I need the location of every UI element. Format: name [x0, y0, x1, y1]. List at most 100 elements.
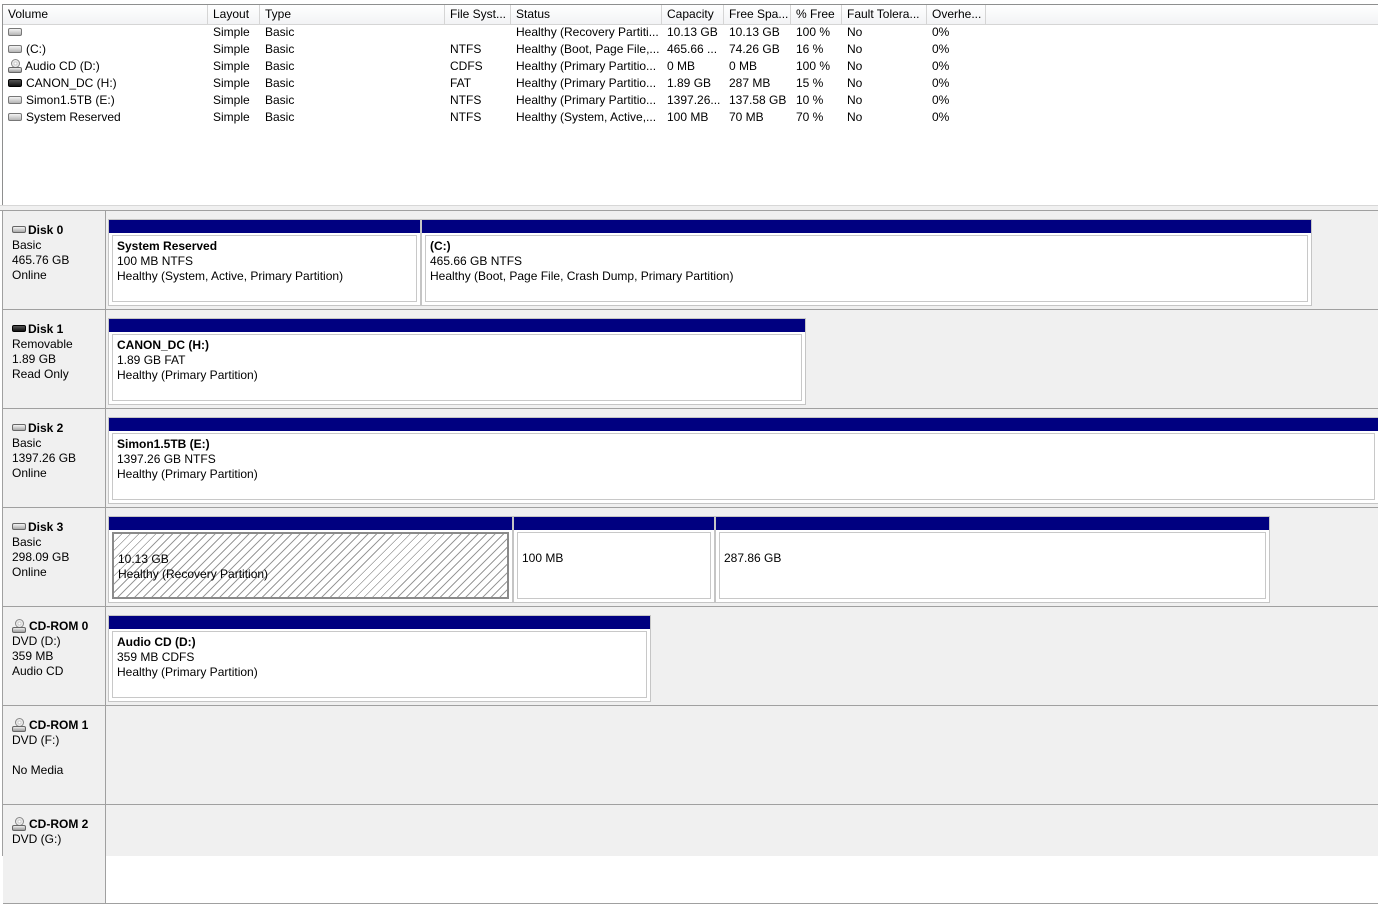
partition-body: Simon1.5TB (E:) 1397.26 GB NTFS Healthy (P…	[112, 433, 1375, 500]
disk-label[interactable]: CD-ROM 1 DVD (F:) No Media	[3, 706, 106, 804]
cell-capacity: 1397.26...	[667, 93, 721, 107]
disk-label[interactable]: Disk 3 Basic 298.09 GB Online	[3, 508, 106, 606]
disk-info: Basic	[12, 535, 42, 549]
disk-label[interactable]: Disk 2 Basic 1397.26 GB Online	[3, 409, 106, 507]
cell-volume: CANON_DC (H:)	[8, 75, 208, 92]
volume-row[interactable]: Audio CD (D:) Simple Basic CDFS Healthy (Pri…	[3, 58, 1003, 75]
cell-free: 10.13 GB	[729, 25, 780, 39]
disk-icon	[12, 523, 26, 531]
partition-size: 359 MB CDFS	[117, 650, 195, 664]
disk-name: CD-ROM 2	[29, 817, 89, 831]
cell-overhead: 0%	[932, 93, 950, 107]
cdrom-icon	[12, 816, 26, 831]
partition-bar	[109, 220, 420, 233]
partition-size: 1.89 GB FAT	[117, 353, 186, 367]
partition-size: 100 MB NTFS	[117, 254, 194, 268]
disk-label[interactable]: Disk 0 Basic 465.76 GB Online	[3, 211, 106, 309]
disk-info: Online	[12, 466, 47, 480]
cell-layout: Simple	[213, 25, 250, 39]
column-header-capacity[interactable]: Capacity	[662, 5, 724, 24]
partition-bar	[716, 517, 1269, 530]
cell-overhead: 0%	[932, 76, 950, 90]
disk-icon	[12, 424, 26, 432]
cell-overhead: 0%	[932, 59, 950, 73]
disk-info	[12, 862, 105, 877]
partition-name: System Reserved	[117, 239, 218, 253]
cell-layout: Simple	[213, 76, 250, 90]
cell-volume: (C:)	[8, 41, 208, 58]
disk-info: Basic	[12, 238, 42, 252]
disk-info	[12, 847, 105, 862]
disk-row: Disk 3 Basic 298.09 GB Online 10.13 GB Health…	[3, 508, 1378, 607]
disk-row: CD-ROM 1 DVD (F:) No Media	[3, 706, 1378, 805]
drive-icon	[8, 112, 22, 121]
partition-body: 100 MB	[517, 532, 711, 599]
cdrom-icon	[12, 717, 26, 732]
cell-capacity: 465.66 ...	[667, 42, 718, 56]
volume-row[interactable]: System Reserved Simple Basic NTFS Healthy (S…	[3, 109, 1003, 126]
cell-free: 287 MB	[729, 76, 771, 90]
cell-free: 70 MB	[729, 110, 764, 124]
volume-row[interactable]: Simple Basic Healthy (Recovery Partiti... 1…	[3, 24, 1003, 41]
disk-info: No Media	[12, 763, 64, 777]
column-header-status[interactable]: Status	[511, 5, 662, 24]
volume-row[interactable]: Simon1.5TB (E:) Simple Basic NTFS Healthy (P…	[3, 92, 1003, 109]
cell-fs	[450, 24, 510, 41]
cell-fs: NTFS	[450, 110, 482, 124]
partition[interactable]: (C:) 465.66 GB NTFS Healthy (Boot, Page Fi…	[421, 219, 1312, 306]
cell-status: Healthy (Recovery Partiti...	[516, 25, 659, 39]
volume-row[interactable]: (C:) Simple Basic NTFS Healthy (Boot, Page F…	[3, 41, 1003, 58]
cell-volume	[8, 24, 208, 41]
disk-info: 298.09 GB	[12, 550, 70, 564]
volume-row[interactable]: CANON_DC (H:) Simple Basic FAT Healthy (Prim…	[3, 75, 1003, 92]
disk-info	[12, 748, 105, 763]
column-header-overhead[interactable]: Overhe...	[927, 5, 986, 24]
partition-name: CANON_DC (H:)	[117, 338, 209, 352]
cell-fault: No	[847, 110, 863, 124]
cell-type: Basic	[265, 76, 295, 90]
cell-fs: NTFS	[450, 42, 482, 56]
cell-status: Healthy (Primary Partitio...	[516, 76, 657, 90]
cell-type: Basic	[265, 42, 295, 56]
column-header-free-space[interactable]: Free Spa...	[724, 5, 791, 24]
disk-row: Disk 0 Basic 465.76 GB Online System Reserve…	[3, 211, 1378, 310]
column-header-layout[interactable]: Layout	[208, 5, 260, 24]
partition-body: Audio CD (D:) 359 MB CDFS Healthy (Primary…	[112, 631, 647, 698]
drive-icon	[8, 44, 22, 53]
cell-status: Healthy (Boot, Page File,...	[516, 42, 660, 56]
partition-body: CANON_DC (H:) 1.89 GB FAT Healthy (Primary…	[112, 334, 802, 401]
cell-pct-free: 15 %	[796, 76, 824, 90]
volume-list[interactable]: Volume Layout Type File Syst... Status C…	[2, 4, 1378, 206]
column-header-file-system[interactable]: File Syst...	[445, 5, 511, 24]
disk-info: Basic	[12, 436, 42, 450]
cell-overhead: 0%	[932, 110, 950, 124]
cell-capacity: 0 MB	[667, 59, 696, 73]
cell-pct-free: 10 %	[796, 93, 824, 107]
cell-volume: Simon1.5TB (E:)	[8, 92, 208, 109]
disk-label[interactable]: Disk 1 Removable 1.89 GB Read Only	[3, 310, 106, 408]
drive-icon	[8, 27, 22, 36]
column-header-percent-free[interactable]: % Free	[791, 5, 842, 24]
removable-disk-icon	[12, 325, 26, 333]
cell-overhead: 0%	[932, 25, 950, 39]
partition[interactable]: 287.86 GB	[715, 516, 1270, 603]
disk-label[interactable]: CD-ROM 2 DVD (G:)	[3, 805, 106, 903]
partition-bar	[109, 319, 805, 332]
disk-label[interactable]: CD-ROM 0 DVD (D:) 359 MB Audio CD	[3, 607, 106, 705]
partition[interactable]: Simon1.5TB (E:) 1397.26 GB NTFS Healthy (P…	[108, 417, 1378, 504]
partition[interactable]: 100 MB	[513, 516, 715, 603]
column-header-volume[interactable]: Volume	[3, 5, 208, 24]
partition[interactable]: System Reserved 100 MB NTFS Healthy (Syste…	[108, 219, 421, 306]
column-header-type[interactable]: Type	[260, 5, 445, 24]
column-header-fault-tolerance[interactable]: Fault Tolera...	[842, 5, 927, 24]
partition[interactable]: Audio CD (D:) 359 MB CDFS Healthy (Primary…	[108, 615, 651, 702]
partition-status: Healthy (Boot, Page File, Crash Dump, Pr…	[430, 269, 734, 283]
disk-name: Disk 2	[28, 421, 64, 435]
cdrom-icon	[12, 618, 26, 633]
disk-row: CD-ROM 0 DVD (D:) 359 MB Audio CD Audio CD (…	[3, 607, 1378, 706]
partition[interactable]: CANON_DC (H:) 1.89 GB FAT Healthy (Primary…	[108, 318, 806, 405]
cell-fault: No	[847, 42, 863, 56]
cell-status: Healthy (Primary Partitio...	[516, 93, 657, 107]
volume-name: CANON_DC (H:)	[26, 76, 117, 90]
partition[interactable]: 10.13 GB Healthy (Recovery Partition)	[108, 516, 513, 603]
